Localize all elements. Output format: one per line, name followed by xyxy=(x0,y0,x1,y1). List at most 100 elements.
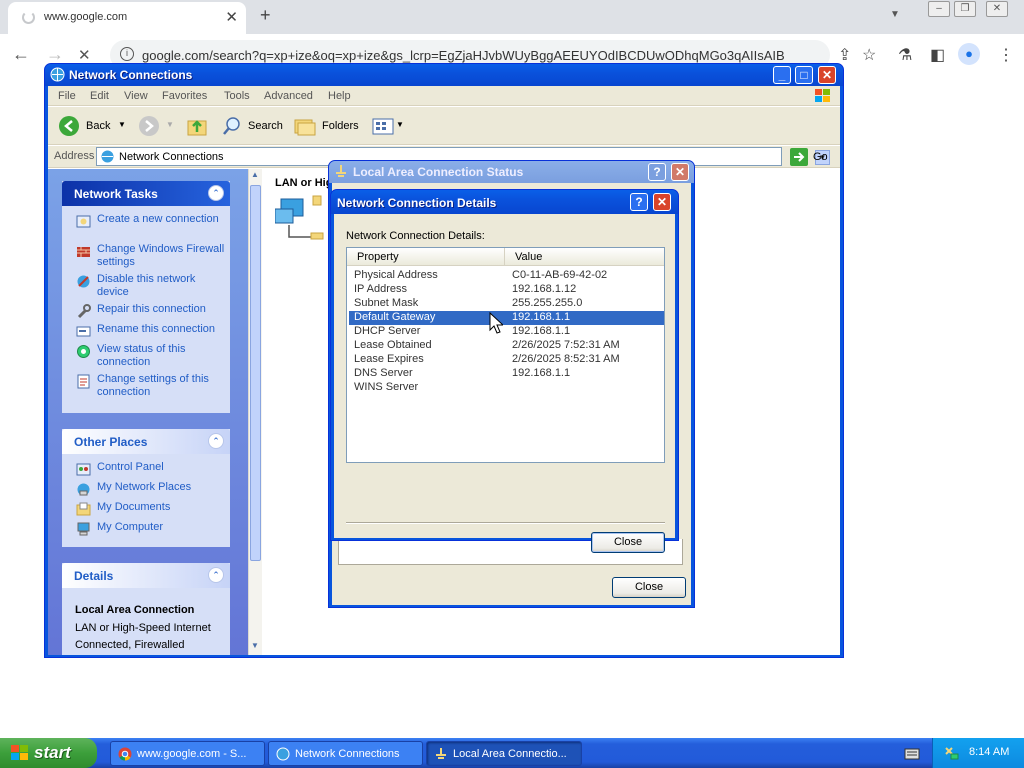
place-my-computer[interactable]: My Computer xyxy=(97,521,225,534)
help-button[interactable]: ? xyxy=(648,163,666,181)
side-panel-icon[interactable]: ◧ xyxy=(930,45,945,65)
restore-icon[interactable]: ❐ xyxy=(954,1,976,17)
maximize-button[interactable]: □ xyxy=(795,66,813,84)
details-header[interactable]: Details ⌃ xyxy=(62,563,230,588)
share-icon[interactable]: ⇪ xyxy=(838,45,851,65)
status-dialog-titlebar[interactable]: Local Area Connection Status ? ✕ xyxy=(329,161,694,183)
local-area-connection-icon[interactable] xyxy=(275,195,333,245)
connection-details-dialog: Network Connection Details ? ✕ Network C… xyxy=(330,189,679,553)
help-button[interactable]: ? xyxy=(630,193,648,211)
details-row[interactable]: DNS Server 192.168.1.1 xyxy=(349,367,664,381)
details-row[interactable]: Subnet Mask 255.255.255.0 xyxy=(349,297,664,311)
search-button[interactable]: Search xyxy=(220,115,286,137)
site-info-icon[interactable]: i xyxy=(120,47,134,61)
connection-plug-icon xyxy=(336,165,346,177)
minimize-button[interactable]: _ xyxy=(773,66,791,84)
collapse-chevron-icon[interactable]: ⌃ xyxy=(208,185,224,201)
taskbar-button-network-connections[interactable]: Network Connections xyxy=(268,741,423,766)
details-row[interactable]: Lease Obtained 2/26/2025 7:52:31 AM xyxy=(349,339,664,353)
task-change-settings[interactable]: Change settings of this connection xyxy=(97,373,225,399)
menu-advanced[interactable]: Advanced xyxy=(264,90,313,102)
close-tab-icon[interactable]: ✕ xyxy=(225,8,238,26)
minimize-icon[interactable]: – xyxy=(928,1,950,17)
task-change-firewall[interactable]: Change Windows Firewall settings xyxy=(97,243,225,269)
details-listview[interactable]: Property Value Physical Address C0-11-AB-… xyxy=(346,247,665,463)
details-close-button[interactable]: Close xyxy=(591,532,665,553)
column-header-property[interactable]: Property xyxy=(347,248,505,266)
loading-spinner-icon xyxy=(22,11,35,24)
labs-flask-icon[interactable]: ⚗ xyxy=(898,45,912,65)
profile-avatar-icon[interactable]: ● xyxy=(958,43,980,65)
task-disable-device[interactable]: Disable this network device xyxy=(97,273,225,299)
go-arrow-icon xyxy=(790,148,808,166)
task-repair-connection[interactable]: Repair this connection xyxy=(97,303,225,316)
collapse-chevron-icon[interactable]: ⌃ xyxy=(208,567,224,583)
details-row[interactable]: Default Gateway 192.168.1.1 xyxy=(349,311,664,325)
menu-help[interactable]: Help xyxy=(328,90,351,102)
back-dropdown-icon[interactable]: ▼ xyxy=(118,120,126,129)
menu-file[interactable]: File xyxy=(58,90,76,102)
folders-button[interactable]: Folders xyxy=(292,115,362,137)
place-my-network-places[interactable]: My Network Places xyxy=(97,481,225,494)
close-button[interactable]: ✕ xyxy=(818,66,836,84)
keyboard-tray-icon[interactable] xyxy=(904,747,920,760)
details-row[interactable]: Lease Expires 2/26/2025 8:52:31 AM xyxy=(349,353,664,367)
menu-view[interactable]: View xyxy=(124,90,148,102)
details-row[interactable]: IP Address 192.168.1.12 xyxy=(349,283,664,297)
browser-tab[interactable]: www.google.com ✕ xyxy=(8,2,246,34)
scroll-up-icon[interactable]: ▲ xyxy=(251,170,259,179)
details-row[interactable]: Physical Address C0-11-AB-69-42-02 xyxy=(349,269,664,283)
scroll-down-icon[interactable]: ▼ xyxy=(251,641,259,650)
close-button[interactable]: ✕ xyxy=(671,163,689,181)
place-control-panel[interactable]: Control Panel xyxy=(97,461,225,474)
new-tab-icon[interactable]: + xyxy=(260,5,271,26)
window-titlebar[interactable]: Network Connections _ □ ✕ xyxy=(45,64,843,86)
other-places-header[interactable]: Other Places ⌃ xyxy=(62,429,230,454)
browser-window-controls: – ❐ ✕ xyxy=(926,0,1020,18)
task-pane-scrollbar[interactable]: ▲ ▼ xyxy=(248,169,262,655)
menu-tools[interactable]: Tools xyxy=(224,90,250,102)
stop-loading-icon[interactable]: ✕ xyxy=(78,46,91,64)
up-folder-icon[interactable] xyxy=(186,115,208,137)
forward-button[interactable]: ▼ xyxy=(136,115,176,137)
views-dropdown-icon[interactable]: ▼ xyxy=(396,120,404,129)
taskbar-button-chrome[interactable]: www.google.com - S... xyxy=(110,741,265,766)
tab-search-chevron-icon[interactable]: ▼ xyxy=(890,9,900,20)
start-button[interactable]: start xyxy=(0,738,97,768)
my-computer-icon xyxy=(77,522,90,536)
bookmark-star-icon[interactable]: ☆ xyxy=(862,45,876,65)
other-places-body: Control Panel My Network Places My Docum… xyxy=(62,454,230,547)
go-button[interactable]: Go xyxy=(790,148,834,166)
menu-edit[interactable]: Edit xyxy=(90,90,109,102)
browser-tab-title: www.google.com xyxy=(44,11,128,23)
network-tray-icon[interactable] xyxy=(943,745,959,761)
forward-arrow-icon[interactable]: → xyxy=(46,44,64,65)
scroll-thumb[interactable] xyxy=(250,185,261,561)
details-dialog-body: Network Connection Details: Property Val… xyxy=(334,214,675,553)
task-rename-connection[interactable]: Rename this connection xyxy=(97,323,225,336)
details-row-value: 192.168.1.1 xyxy=(512,367,571,379)
network-tasks-title: Network Tasks xyxy=(74,187,158,201)
network-tasks-header[interactable]: Network Tasks ⌃ xyxy=(62,181,230,206)
task-view-status[interactable]: View status of this connection xyxy=(97,343,225,369)
collapse-chevron-icon[interactable]: ⌃ xyxy=(208,433,224,449)
details-row-property: IP Address xyxy=(354,283,407,295)
status-close-button[interactable]: Close xyxy=(612,577,686,598)
view-status-icon xyxy=(77,345,90,358)
views-button[interactable]: ▼ xyxy=(370,115,406,137)
back-button[interactable]: Back ▼ xyxy=(56,115,128,137)
taskbar-button-status[interactable]: Local Area Connectio... xyxy=(426,741,582,766)
details-dialog-titlebar[interactable]: Network Connection Details ? ✕ xyxy=(331,190,678,214)
details-row[interactable]: WINS Server xyxy=(349,381,664,395)
back-arrow-icon[interactable]: ← xyxy=(12,44,30,65)
menu-favorites[interactable]: Favorites xyxy=(162,90,207,102)
forward-dropdown-icon[interactable]: ▼ xyxy=(166,120,174,129)
details-row[interactable]: DHCP Server 192.168.1.1 xyxy=(349,325,664,339)
more-menu-icon[interactable]: ⋮ xyxy=(998,45,1014,65)
close-icon[interactable]: ✕ xyxy=(986,1,1008,17)
column-header-value[interactable]: Value xyxy=(505,248,664,266)
task-create-connection[interactable]: Create a new connection xyxy=(97,213,225,226)
place-my-documents[interactable]: My Documents xyxy=(97,501,225,514)
disable-device-icon xyxy=(77,275,90,288)
close-button[interactable]: ✕ xyxy=(653,193,671,211)
